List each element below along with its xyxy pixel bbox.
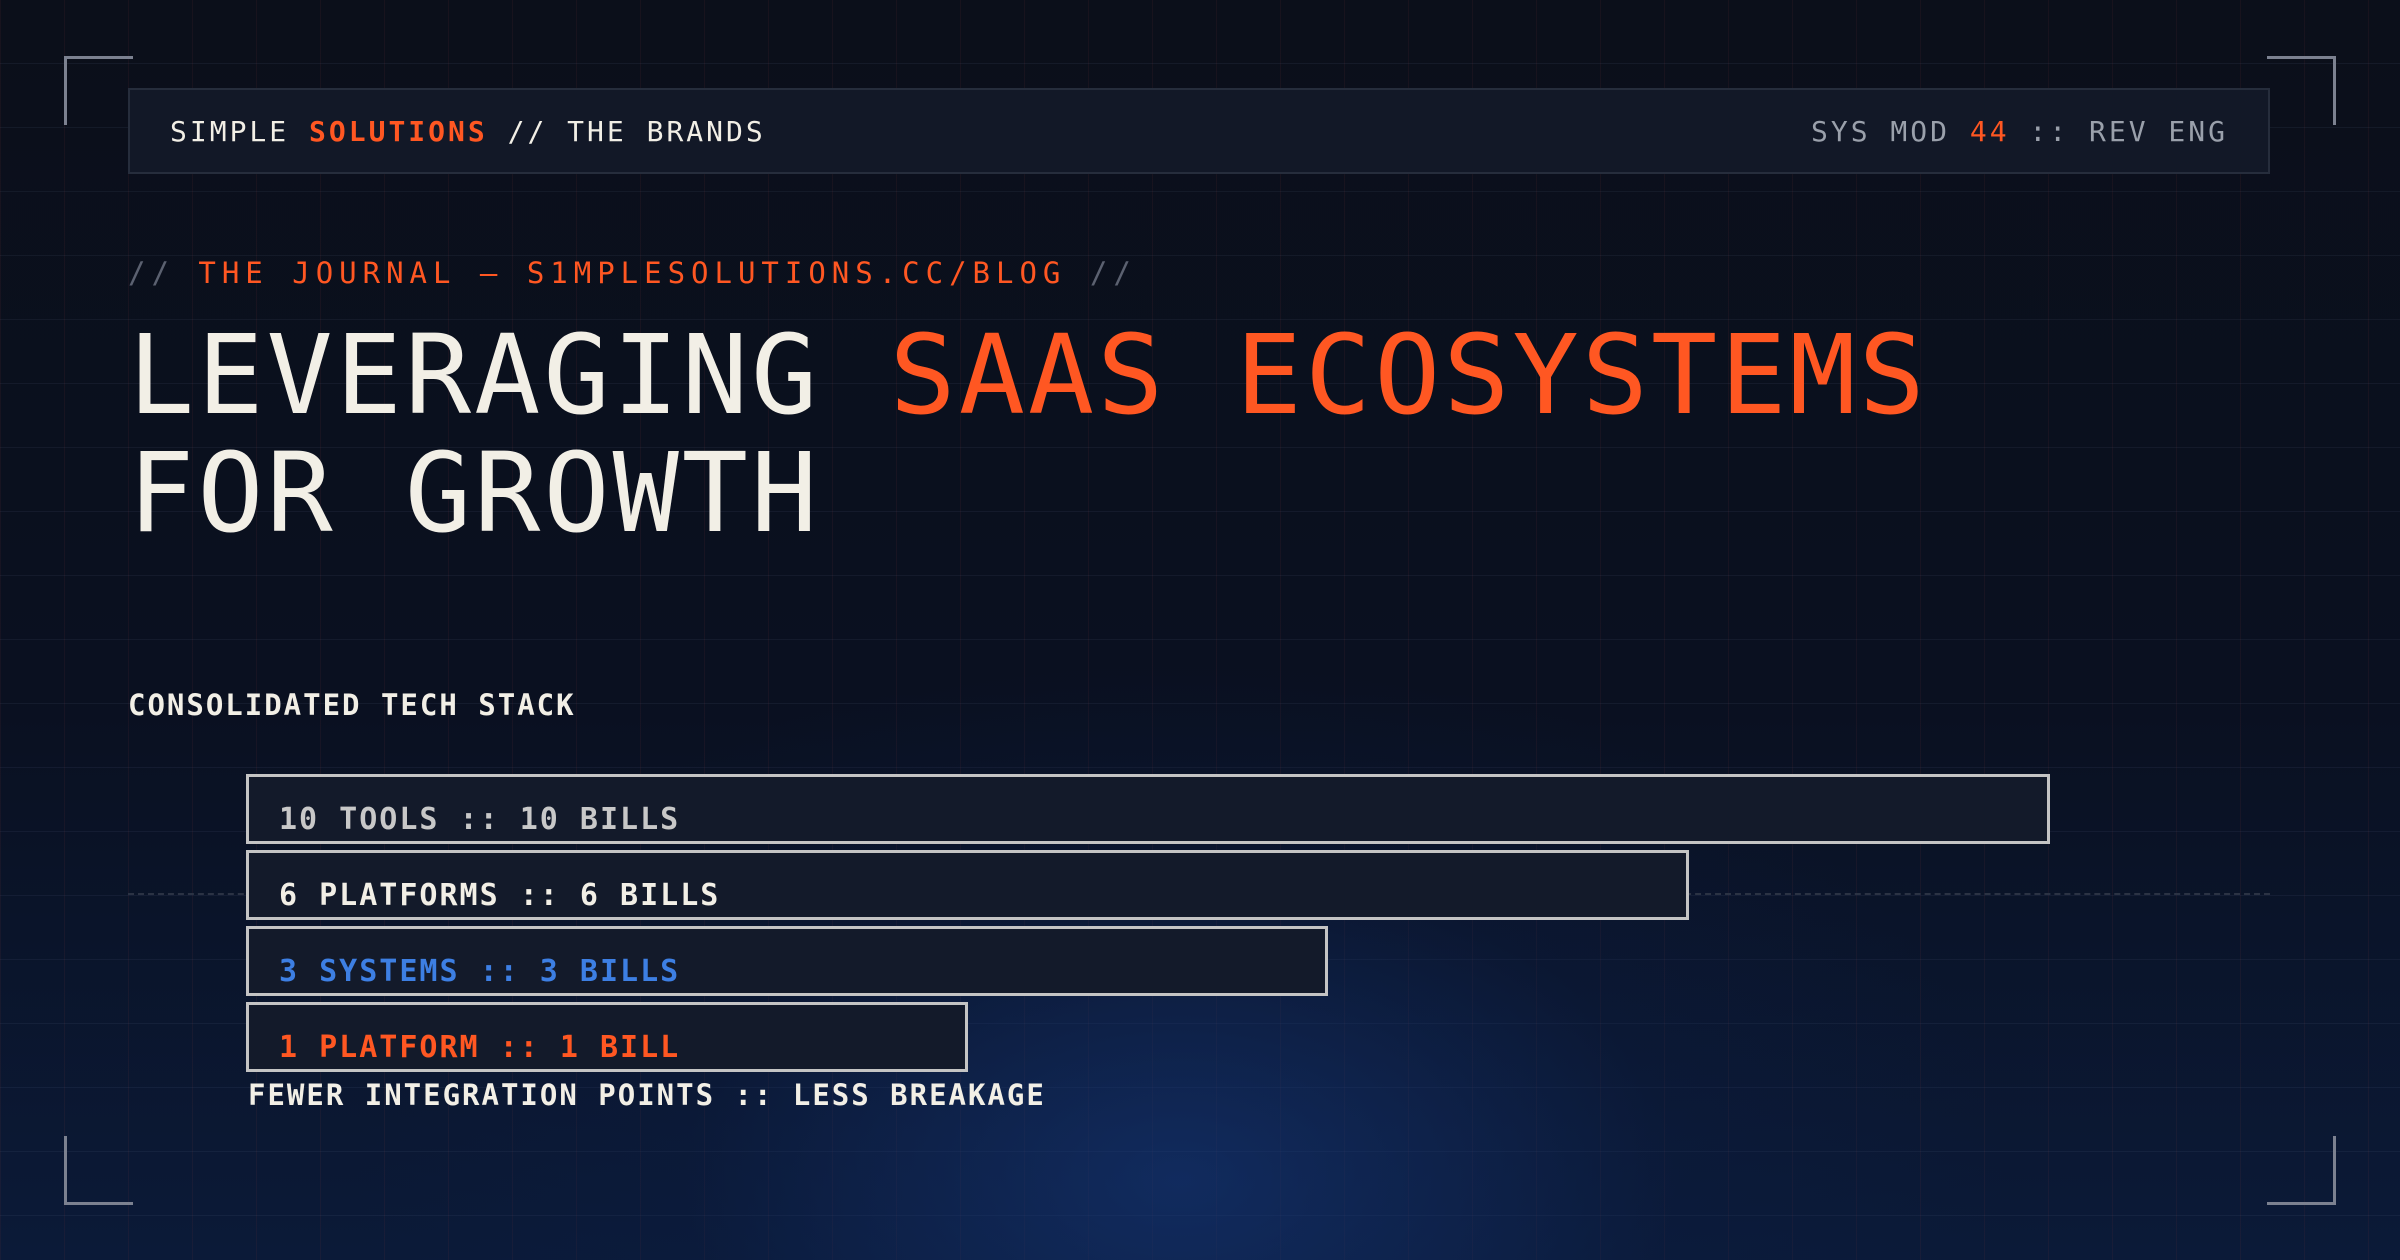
- chart-bar-label-1: 10 TOOLS :: 10 BILLS: [279, 802, 681, 837]
- brand-post: // THE BRANDS: [487, 114, 766, 148]
- corner-bracket-top-right: [2267, 56, 2336, 125]
- sys-accent: 44: [1969, 114, 2010, 148]
- kicker-text[interactable]: THE JOURNAL — S1MPLESOLUTIONS.CC/BLOG: [198, 256, 1066, 290]
- title-accent: SAAS ECOSYSTEMS: [889, 311, 1928, 439]
- brand-label[interactable]: SIMPLE SOLUTIONS // THE BRANDS: [170, 115, 766, 148]
- chart-bar-label-3: 3 SYSTEMS :: 3 BILLS: [279, 954, 681, 989]
- journal-kicker: // THE JOURNAL — S1MPLESOLUTIONS.CC/BLOG…: [128, 256, 1137, 290]
- sys-post: :: REV ENG: [2009, 114, 2228, 148]
- corner-bracket-bottom-right: [2267, 1136, 2336, 1205]
- chart-bar-3: 3 SYSTEMS :: 3 BILLS: [246, 926, 1328, 996]
- system-module-label: SYS MOD 44 :: REV ENG: [1811, 115, 2228, 148]
- sys-pre: SYS MOD: [1810, 114, 1970, 148]
- title-line2: FOR GROWTH: [128, 429, 821, 557]
- corner-bracket-bottom-left: [64, 1136, 133, 1205]
- kicker-close-slashes: //: [1066, 256, 1137, 290]
- chart-bar-2: 6 PLATFORMS :: 6 BILLS: [246, 850, 1689, 920]
- chart-bar-1: 10 TOOLS :: 10 BILLS: [246, 774, 2050, 844]
- chart-bar-label-4: 1 PLATFORM :: 1 BILL: [279, 1030, 681, 1065]
- section-label: CONSOLIDATED TECH STACK: [128, 688, 576, 722]
- title-part1: LEVERAGING: [128, 311, 890, 439]
- corner-bracket-top-left: [64, 56, 133, 125]
- brand-pre: SIMPLE: [170, 114, 310, 148]
- page-title: LEVERAGING SAAS ECOSYSTEMS FOR GROWTH: [128, 316, 1928, 552]
- chart-bar-label-2: 6 PLATFORMS :: 6 BILLS: [279, 878, 721, 913]
- brand-accent: SOLUTIONS: [309, 114, 488, 148]
- chart-footnote: FEWER INTEGRATION POINTS :: LESS BREAKAG…: [248, 1078, 1046, 1112]
- chart-bar-4: 1 PLATFORM :: 1 BILL: [246, 1002, 968, 1072]
- header-bar: SIMPLE SOLUTIONS // THE BRANDS SYS MOD 4…: [128, 88, 2270, 174]
- kicker-open-slashes: //: [128, 256, 199, 290]
